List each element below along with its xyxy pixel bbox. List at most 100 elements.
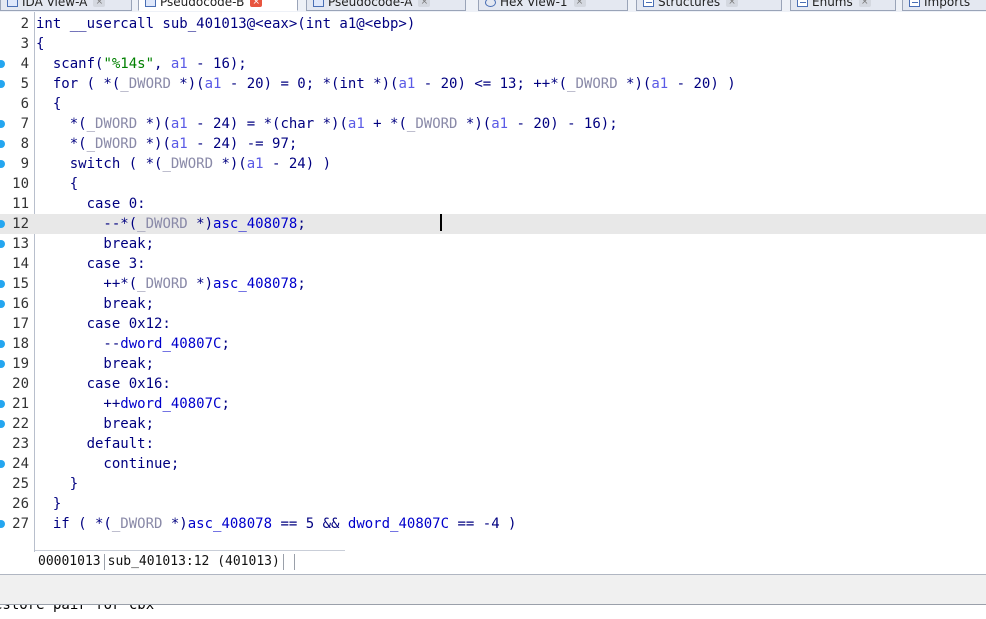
code-line[interactable]: 27 if ( *(_DWORD *)asc_408078 == 5 && dw… xyxy=(0,514,986,534)
close-icon[interactable]: × xyxy=(726,0,739,7)
code-line[interactable]: 16 break; xyxy=(0,294,986,314)
variable-token[interactable]: a1 xyxy=(398,76,415,92)
code-text: scanf( xyxy=(36,56,104,72)
variable-token[interactable]: a1 xyxy=(651,76,668,92)
output-line: estore pair for cbx xyxy=(0,605,155,613)
tab-pseudocode-a[interactable]: Pseudocode-A × xyxy=(306,0,466,11)
code-text: continue; xyxy=(36,456,180,472)
output-window[interactable]: estore pair for cbx xyxy=(0,605,986,619)
breakpoint-dot-icon[interactable] xyxy=(0,280,5,288)
tab-imports[interactable]: Imports xyxy=(902,0,986,11)
line-number: 12 xyxy=(12,216,29,232)
code-text: --*( xyxy=(36,216,138,232)
code-text: } xyxy=(36,476,79,492)
code-source: break; xyxy=(36,294,154,314)
code-text: - 16); xyxy=(187,56,247,72)
code-text: *) xyxy=(187,216,214,232)
code-line[interactable]: 20 case 0x16: xyxy=(0,374,986,394)
breakpoint-dot-icon[interactable] xyxy=(0,120,5,128)
code-text: ; xyxy=(297,276,306,292)
line-number: 7 xyxy=(20,116,29,132)
code-line[interactable]: 7 *(_DWORD *)(a1 - 24) = *(char *)(a1 + … xyxy=(0,114,986,134)
code-line[interactable]: 2 int __usercall sub_401013@<eax>(int a1@… xyxy=(0,14,986,34)
line-number: 5 xyxy=(20,76,29,92)
code-line[interactable]: 26 } xyxy=(0,494,986,514)
code-line[interactable]: 10 { xyxy=(0,174,986,194)
line-number: 15 xyxy=(12,276,29,292)
line-number: 27 xyxy=(12,516,29,532)
breakpoint-dot-icon[interactable] xyxy=(0,360,5,368)
code-text: int __usercall sub_401013@<eax>(int a1@<… xyxy=(36,16,416,32)
variable-token[interactable]: a1 xyxy=(491,116,508,132)
global-symbol[interactable]: asc_408078 xyxy=(213,216,297,232)
code-line[interactable]: 24 continue; xyxy=(0,454,986,474)
code-line[interactable]: 14 case 3: xyxy=(0,254,986,274)
code-line[interactable]: 3{ xyxy=(0,34,986,54)
close-icon[interactable]: × xyxy=(93,0,106,7)
variable-token[interactable]: a1 xyxy=(205,76,222,92)
variable-token[interactable]: a1 xyxy=(348,116,365,132)
tab-label: Enums xyxy=(812,0,853,9)
type-token: _DWORD xyxy=(86,116,138,132)
code-line[interactable]: 19 break; xyxy=(0,354,986,374)
code-line[interactable]: 17 case 0x12: xyxy=(0,314,986,334)
code-line[interactable]: 23 default: xyxy=(0,434,986,454)
breakpoint-dot-icon[interactable] xyxy=(0,340,5,348)
code-line[interactable]: 25 } xyxy=(0,474,986,494)
breakpoint-dot-icon[interactable] xyxy=(0,300,5,308)
breakpoint-dot-icon[interactable] xyxy=(0,460,5,468)
breakpoint-dot-icon[interactable] xyxy=(0,220,5,228)
line-number: 3 xyxy=(20,36,29,52)
global-symbol[interactable]: dword_40807C xyxy=(120,396,221,412)
code-line[interactable]: 6 { xyxy=(0,94,986,114)
line-number: 2 xyxy=(20,16,29,32)
global-symbol[interactable]: dword_40807C xyxy=(348,516,449,532)
breakpoint-dot-icon[interactable] xyxy=(0,240,5,248)
tab-label: IDA View-A xyxy=(22,0,88,9)
variable-token[interactable]: a1 xyxy=(171,136,188,152)
code-line[interactable]: 12 --*(_DWORD *)asc_408078; xyxy=(0,214,986,234)
line-number: 21 xyxy=(12,396,29,412)
close-icon[interactable]: × xyxy=(573,0,586,7)
code-line[interactable]: 22 break; xyxy=(0,414,986,434)
global-symbol[interactable]: asc_408078 xyxy=(188,516,272,532)
code-line[interactable]: 8 *(_DWORD *)(a1 - 24) -= 97; xyxy=(0,134,986,154)
variable-token[interactable]: a1 xyxy=(171,56,188,72)
type-token: _DWORD xyxy=(86,136,138,152)
code-text: break; xyxy=(36,236,155,252)
tab-ida-view-a[interactable]: IDA View-A × xyxy=(0,0,132,11)
code-source: } xyxy=(36,494,61,514)
tab-structures[interactable]: Structures × xyxy=(636,0,782,11)
breakpoint-dot-icon[interactable] xyxy=(0,160,5,168)
close-icon[interactable]: × xyxy=(250,0,263,7)
breakpoint-dot-icon[interactable] xyxy=(0,80,5,88)
breakpoint-dot-icon[interactable] xyxy=(0,400,5,408)
code-source: case 3: xyxy=(36,254,146,274)
breakpoint-dot-icon[interactable] xyxy=(0,60,5,68)
global-symbol[interactable]: dword_40807C xyxy=(120,336,221,352)
code-source: { xyxy=(36,34,44,54)
breakpoint-dot-icon[interactable] xyxy=(0,420,5,428)
variable-token[interactable]: a1 xyxy=(171,116,188,132)
breakpoint-dot-icon[interactable] xyxy=(0,140,5,148)
code-line[interactable]: 18 --dword_40807C; xyxy=(0,334,986,354)
close-icon[interactable]: × xyxy=(418,0,431,7)
code-line[interactable]: 4 scanf("%14s", a1 - 16); xyxy=(0,54,986,74)
code-text: break; xyxy=(36,416,155,432)
tab-enums[interactable]: Enums × xyxy=(790,0,896,11)
variable-token[interactable]: a1 xyxy=(247,156,264,172)
string-literal: "%14s" xyxy=(103,56,155,72)
tab-pseudocode-b[interactable]: Pseudocode-B × xyxy=(138,0,298,11)
tab-hex-view-1[interactable]: Hex View-1 × xyxy=(478,0,628,11)
code-line[interactable]: 11 case 0: xyxy=(0,194,986,214)
pseudocode-view[interactable]: 2 int __usercall sub_401013@<eax>(int a1@… xyxy=(0,12,986,574)
breakpoint-dot-icon[interactable] xyxy=(0,520,5,528)
code-line[interactable]: 21 ++dword_40807C; xyxy=(0,394,986,414)
global-symbol[interactable]: asc_408078 xyxy=(213,276,297,292)
code-line[interactable]: 5 for ( *(_DWORD *)(a1 - 20) = 0; *(int … xyxy=(0,74,986,94)
code-line[interactable]: 15 ++*(_DWORD *)asc_408078; xyxy=(0,274,986,294)
code-line[interactable]: 13 break; xyxy=(0,234,986,254)
line-number: 13 xyxy=(12,236,29,252)
close-icon[interactable]: × xyxy=(858,0,871,7)
code-line[interactable]: 9 switch ( *(_DWORD *)(a1 - 24) ) xyxy=(0,154,986,174)
